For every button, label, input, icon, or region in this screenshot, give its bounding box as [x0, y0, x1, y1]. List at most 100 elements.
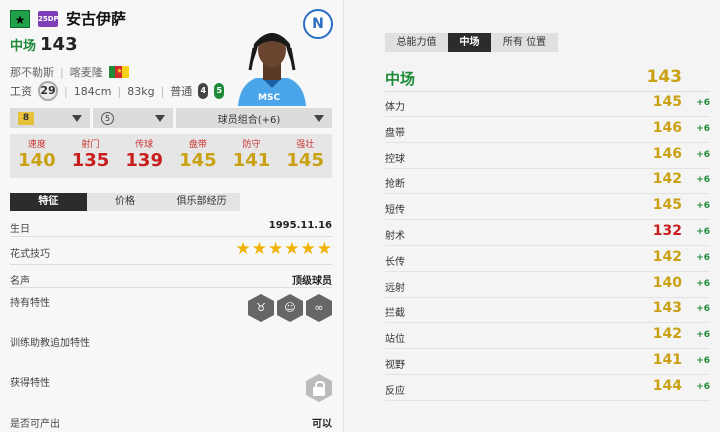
reputation-row: 名声 顶级球员 [10, 272, 332, 288]
attribute-row: 长传 142 +6 [385, 246, 710, 272]
chemistry-selector[interactable]: 球员组合(+6) [176, 108, 332, 128]
trait-icons: ♉ ☺ ∞ [248, 294, 332, 322]
attribute-value: 142 [652, 326, 682, 343]
overall-rating: 143 [40, 34, 78, 55]
player-header: ★ 25DP 安古伊萨 [10, 8, 126, 29]
tab-overall[interactable]: 总能力值 [385, 33, 448, 52]
attribute-bonus: +6 [696, 381, 710, 392]
stat-label: 传球 [135, 140, 154, 150]
attribute-name: 站位 [385, 334, 405, 346]
stat-label: 射门 [81, 140, 100, 150]
attribute-value: 140 [652, 274, 682, 291]
favorite-star-icon[interactable]: ★ [10, 9, 30, 28]
stat-value: 141 [232, 150, 271, 171]
star-icon: ★ [251, 239, 267, 259]
attribute-row: 视野 141 +6 [385, 349, 710, 375]
obtained-traits-label: 获得特性 [10, 378, 50, 389]
tab-club-history[interactable]: 俱乐部经历 [163, 193, 241, 211]
position-tabs: 总能力值 中场 所有 位置 [385, 33, 558, 52]
club-crest-icon: N [303, 9, 333, 39]
strong-foot-badge: 5 [214, 83, 225, 99]
stat-label: 速度 [27, 140, 46, 150]
cameroon-flag-icon: ★ [108, 66, 129, 78]
stat-passing: 传球 139 [117, 134, 171, 178]
birthday-value: 1995.11.16 [268, 220, 332, 231]
attribute-row: 体力 145 +6 [385, 91, 710, 117]
team-color-selector[interactable]: 5 [93, 108, 173, 128]
wage-value: 29 [38, 81, 58, 101]
attribute-bonus: +6 [696, 123, 710, 134]
physical-info-row: 工资 29 | 184cm | 83kg | 普通 4 5 [10, 81, 225, 101]
star-icon: ★ [284, 239, 300, 259]
attribute-row: 拦截 143 +6 [385, 297, 710, 324]
lock-icon[interactable] [306, 374, 332, 402]
body-type: 普通 [170, 85, 193, 98]
player-detail-screen: ★ 25DP 安古伊萨 中场 143 那不勒斯 | 喀麦隆 ★ 工资 29 | … [0, 0, 720, 432]
divider: | [60, 65, 64, 79]
attribute-value: 144 [652, 377, 682, 394]
star-icon: ★ [268, 239, 284, 259]
attribute-row: 抢断 142 +6 [385, 168, 710, 195]
role-name: 中场 [385, 70, 416, 88]
attribute-bonus: +6 [696, 227, 710, 237]
role-rating: 143 [646, 67, 683, 87]
weak-foot-badge: 4 [198, 83, 209, 99]
attribute-value: 141 [652, 352, 682, 368]
traits-label: 持有特性 [10, 298, 50, 309]
attributes-panel: 总能力值 中场 所有 位置 中场 143 体力 145 +6 盘带 146 +6 控球 146… [344, 0, 720, 432]
club-nation-row: 那不勒斯 | 喀麦隆 ★ [10, 64, 129, 80]
tab-all-positions[interactable]: 所有 位置 [491, 33, 558, 52]
divider: | [64, 84, 68, 98]
stat-label: 盘带 [188, 140, 207, 150]
tab-price[interactable]: 价格 [86, 193, 164, 211]
attribute-value: 132 [652, 223, 682, 239]
attribute-bonus: +6 [696, 278, 710, 289]
club-name: 那不勒斯 [10, 66, 54, 79]
attribute-name: 视野 [385, 360, 405, 371]
tradable-value: 可以 [312, 419, 332, 430]
star-icon: ★ [316, 239, 332, 259]
dribble-trait-icon[interactable]: ∞ [306, 294, 332, 322]
attribute-value: 143 [652, 300, 682, 317]
attribute-value: 146 [652, 145, 682, 162]
stat-label: 强壮 [296, 140, 315, 150]
stat-pace: 速度 140 [10, 134, 64, 178]
obtained-traits-row: 获得特性 [10, 374, 332, 404]
bull-trait-icon[interactable]: ♉ [248, 294, 274, 322]
attribute-value: 142 [652, 171, 682, 188]
player-info-panel: ★ 25DP 安古伊萨 中场 143 那不勒斯 | 喀麦隆 ★ 工资 29 | … [0, 0, 344, 432]
stat-value: 145 [179, 150, 217, 171]
stat-value: 140 [18, 150, 56, 171]
player-name: 安古伊萨 [66, 10, 127, 28]
attribute-name: 体力 [385, 102, 405, 113]
shirt-sponsor-text: MSC [258, 93, 280, 103]
attribute-bonus: +6 [696, 149, 710, 160]
attribute-bonus: +6 [696, 201, 710, 212]
tradable-row: 是否可产出 可以 [10, 415, 332, 430]
attribute-name: 长传 [385, 256, 405, 268]
season-badge: 25DP [38, 10, 59, 27]
reputation-value: 顶级球员 [292, 276, 332, 287]
attribute-row: 盘带 146 +6 [385, 117, 710, 143]
attribute-value: 145 [652, 94, 682, 110]
birthday-label: 生日 [10, 224, 30, 235]
stat-defending: 防守 141 [225, 134, 279, 178]
tab-traits[interactable]: 特征 [10, 193, 87, 211]
attribute-name: 反应 [385, 385, 405, 397]
attribute-bonus: +6 [696, 330, 710, 341]
stat-dribbling: 盘带 145 [171, 134, 225, 178]
attribute-value: 146 [652, 119, 682, 136]
head-trait-icon[interactable]: ☺ [277, 294, 303, 322]
attribute-name: 控球 [385, 153, 405, 165]
upgrade-controls: 8 5 球员组合(+6) [10, 108, 332, 128]
tab-midfield[interactable]: 中场 [448, 33, 491, 52]
star-icon: ★ [300, 239, 316, 259]
stat-physical: 强壮 145 [278, 134, 332, 178]
skill-moves-row: 花式技巧 ★ ★ ★ ★ ★ ★ [10, 241, 332, 265]
stat-value: 139 [125, 150, 163, 171]
chemistry-label: 球员组合(+6) [217, 114, 281, 126]
attribute-value: 142 [652, 248, 682, 265]
nation-name: 喀麦隆 [69, 66, 103, 79]
level-selector[interactable]: 8 [10, 108, 90, 128]
attribute-row: 控球 146 +6 [385, 143, 710, 169]
